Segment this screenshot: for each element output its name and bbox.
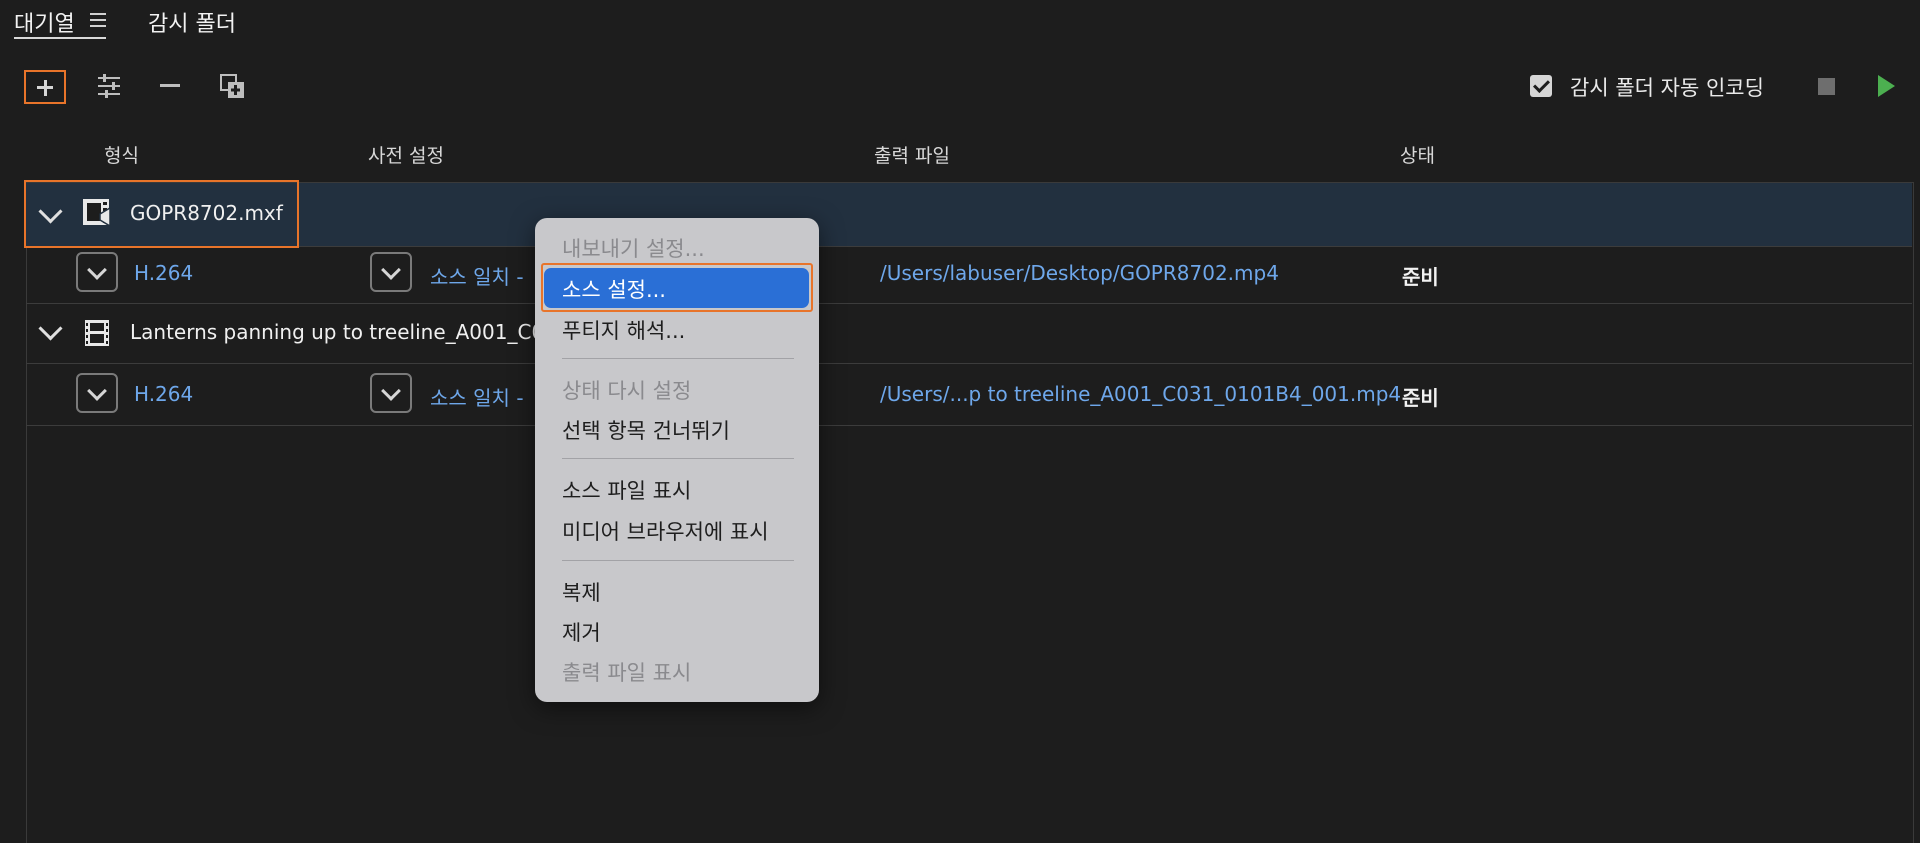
expand-chevron-icon[interactable]	[38, 316, 63, 341]
menu-item-reveal-source[interactable]: 소스 파일 표시	[562, 475, 691, 505]
source-row[interactable]: GOPR8702.mxf	[26, 183, 1912, 247]
menu-item-source-settings[interactable]: 소스 설정...	[562, 274, 666, 304]
context-menu: 내보내기 설정... 소스 설정... 푸티지 해석... 상태 다시 설정 선…	[535, 218, 819, 702]
source-row[interactable]: Lanterns panning up to treeline_A001_C03…	[26, 304, 1912, 364]
preset-link[interactable]: 소스 일치 -	[430, 261, 524, 290]
output-row[interactable]: H.264 소스 일치 - /Users/...p to treeline_A0…	[26, 364, 1912, 426]
preset-dropdown-button[interactable]	[370, 373, 412, 413]
menu-separator	[562, 560, 794, 561]
menu-item-reveal-output[interactable]: 출력 파일 표시	[562, 657, 691, 687]
menu-item-duplicate[interactable]: 복제	[562, 577, 601, 607]
auto-encode-label: 감시 폴더 자동 인코딩	[1570, 76, 1764, 100]
output-file-link[interactable]: /Users/labuser/Desktop/GOPR8702.mp4	[880, 261, 1279, 285]
format-link[interactable]: H.264	[134, 261, 193, 285]
format-dropdown-button[interactable]	[76, 373, 118, 413]
menu-item-reset-status[interactable]: 상태 다시 설정	[562, 375, 691, 405]
status-text: 준비	[1402, 265, 1439, 289]
chevron-down-icon	[87, 381, 107, 401]
menu-item-reveal-in-media-browser[interactable]: 미디어 브라우저에 표시	[562, 516, 769, 546]
chevron-down-icon	[87, 260, 107, 280]
status-text: 준비	[1402, 386, 1439, 410]
hamburger-menu-icon[interactable]	[90, 13, 106, 27]
column-header-output[interactable]: 출력 파일	[874, 141, 950, 168]
tab-active-underline	[14, 37, 106, 39]
menu-separator	[562, 458, 794, 459]
menu-separator	[562, 358, 794, 359]
film-strip-icon	[85, 320, 109, 346]
adjust-settings-icon[interactable]	[96, 73, 122, 99]
column-header-status[interactable]: 상태	[1400, 141, 1435, 168]
output-row[interactable]: H.264 소스 일치 - /Users/labuser/Desktop/GOP…	[26, 247, 1912, 304]
column-header-format[interactable]: 형식	[104, 141, 139, 168]
format-link[interactable]: H.264	[134, 382, 193, 406]
output-file-link[interactable]: /Users/...p to treeline_A001_C031_0101B4…	[880, 382, 1401, 406]
auto-encode-checkbox[interactable]	[1530, 75, 1552, 97]
remove-icon[interactable]	[160, 84, 180, 87]
play-icon[interactable]	[1878, 75, 1895, 97]
menu-item-remove[interactable]: 제거	[562, 617, 601, 647]
menu-item-interpret-footage[interactable]: 푸티지 해석...	[562, 315, 685, 345]
preset-dropdown-button[interactable]	[370, 252, 412, 292]
preset-link[interactable]: 소스 일치 -	[430, 382, 524, 411]
chevron-down-icon	[381, 381, 401, 401]
format-dropdown-button[interactable]	[76, 252, 118, 292]
chevron-down-icon	[381, 260, 401, 280]
duplicate-icon[interactable]	[220, 74, 246, 100]
source-file-name: Lanterns panning up to treeline_A001_C03…	[130, 320, 570, 344]
menu-item-skip-selection[interactable]: 선택 항목 건너뛰기	[562, 415, 730, 445]
tab-queue[interactable]: 대기열	[14, 6, 75, 38]
tab-watch-folder[interactable]: 감시 폴더	[148, 6, 236, 38]
source-selection-outline	[24, 180, 299, 248]
add-source-button[interactable]	[24, 70, 66, 104]
stop-icon[interactable]	[1818, 78, 1835, 95]
menu-item-export-settings[interactable]: 내보내기 설정...	[562, 233, 705, 263]
column-header-preset[interactable]: 사전 설정	[368, 141, 444, 168]
